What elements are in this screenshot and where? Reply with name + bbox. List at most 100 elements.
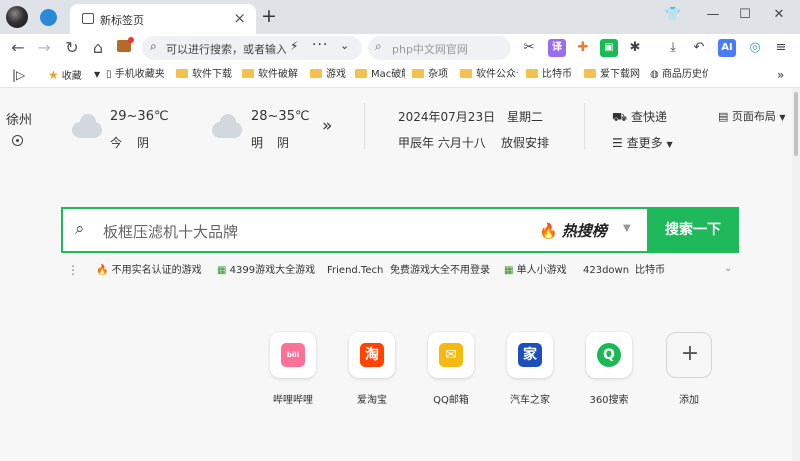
download-icon[interactable]: ⤓ xyxy=(664,39,682,57)
hot-search-toggle[interactable]: 🔥 热搜榜 xyxy=(539,220,607,241)
favorites-dropdown-icon[interactable]: ▼ xyxy=(94,68,100,82)
bookmark-folder[interactable]: 比特币 xyxy=(526,68,572,82)
search-box[interactable]: ⌕ php中文网官网 xyxy=(368,36,511,60)
main-search-input[interactable]: 板框压滤机十大品牌 xyxy=(103,221,238,242)
expand-weather-icon[interactable]: » xyxy=(322,116,332,136)
bookmark-price-history[interactable]: ◍ 商品历史价格 xyxy=(650,68,708,82)
reload-icon[interactable]: ↻ xyxy=(62,38,82,57)
bookmark-folder[interactable]: 软件破解 xyxy=(242,68,298,82)
address-input[interactable]: 可以进行搜索，或者输入网址 xyxy=(166,41,286,57)
skin-icon[interactable]: 👕 xyxy=(660,4,686,26)
tab-new-tab[interactable]: 新标签页 × xyxy=(70,4,256,34)
bookmark-folder[interactable]: 杂项 xyxy=(412,68,448,82)
search-icon: ⌕ xyxy=(375,39,382,53)
caret-down-icon: ▼ xyxy=(666,140,673,149)
forward-icon[interactable]: → xyxy=(34,38,54,57)
minimize-button[interactable]: — xyxy=(700,4,726,26)
tile-qqmail[interactable]: ✉ QQ邮箱 xyxy=(420,332,480,412)
more-vertical-icon[interactable]: ⋮ xyxy=(67,263,79,277)
folder-icon xyxy=(355,69,367,78)
list-icon: ☰ xyxy=(612,136,623,150)
chevron-down-icon[interactable]: ⌄ xyxy=(724,263,732,274)
tile-bilibili[interactable]: bili 哔哩哔哩 xyxy=(262,332,322,412)
more-tools-link[interactable]: ☰ 查更多 ▼ xyxy=(612,134,673,151)
search-icon: ⌕ xyxy=(75,219,85,239)
weather-city[interactable]: 徐州 xyxy=(6,109,32,128)
hot-link[interactable]: Friend.Tech xyxy=(327,263,383,279)
tile-360search[interactable]: Q 360搜索 xyxy=(578,332,638,412)
hot-link[interactable]: 比特币 xyxy=(635,263,665,279)
undo-icon[interactable]: ↶ xyxy=(690,39,708,57)
grid-icon: ▦ xyxy=(217,265,227,276)
cloud-icon xyxy=(212,114,242,138)
chevron-down-icon[interactable]: ▼ xyxy=(623,223,631,234)
tile-autohome[interactable]: 家 汽车之家 xyxy=(499,332,559,412)
scrollbar-thumb[interactable] xyxy=(794,92,798,156)
hot-link[interactable]: ▦ 4399游戏大全游戏 xyxy=(217,263,315,279)
today-condition: 阴 xyxy=(137,136,158,150)
page-layout-button[interactable]: ▤ 页面布局 ▼ xyxy=(718,108,786,124)
translate-icon[interactable]: 译 xyxy=(548,39,566,57)
holiday-schedule-link[interactable]: 放假安排 xyxy=(501,134,549,151)
hot-link[interactable]: 🔥 不用实名认证的游戏 xyxy=(96,263,202,279)
home-icon[interactable]: ⌂ xyxy=(88,38,108,57)
calendar-lunar: 甲辰年 六月十八 xyxy=(398,136,486,150)
close-window-button[interactable]: ✕ xyxy=(766,4,792,26)
calendar-weekday: 星期二 xyxy=(507,110,544,124)
bookmark-mobile[interactable]: ▯ 手机收藏夹 xyxy=(106,68,165,82)
bookmark-folder[interactable]: 游戏 xyxy=(310,68,346,82)
globe-icon: ◍ xyxy=(650,69,659,80)
hot-link[interactable]: 423down xyxy=(583,263,629,279)
new-tab-content: 徐州 29~36℃ 今 阴 28~35℃ 明 阴 » 2024年07月23日 星… xyxy=(0,88,792,461)
autohome-icon: 家 xyxy=(507,332,553,378)
menu-icon[interactable]: ≡ xyxy=(772,39,790,57)
divider xyxy=(364,103,365,149)
more-options-icon[interactable]: ··· xyxy=(312,37,328,53)
bookmark-folder[interactable]: 软件下载 xyxy=(176,68,232,82)
briefcase-icon[interactable] xyxy=(117,37,134,52)
search-button[interactable]: 搜索一下 xyxy=(647,209,739,251)
speed-mode-icon[interactable]: ⚡ xyxy=(290,39,298,53)
search-360-icon: Q xyxy=(586,332,632,378)
game-icon[interactable]: ✚ xyxy=(574,39,592,57)
tomorrow-day: 明 xyxy=(251,136,272,150)
bookmark-folder[interactable]: 爱下载网 xyxy=(584,68,640,82)
hot-link[interactable]: ▦ 单人小游戏 xyxy=(504,263,567,279)
mail-icon: ✉ xyxy=(428,332,474,378)
address-bar[interactable]: ⌕ 可以进行搜索，或者输入网址 ⚡ ··· ⌄ xyxy=(142,36,362,60)
telegram-icon[interactable] xyxy=(40,9,57,26)
ai-icon[interactable]: AI xyxy=(718,39,736,57)
more-bookmarks-icon[interactable]: » xyxy=(777,68,784,82)
layout-icon: ▤ xyxy=(718,110,729,123)
bookmark-folder[interactable]: 软件公众号 xyxy=(460,68,518,82)
taobao-icon: 淘 xyxy=(349,332,395,378)
calendar-date[interactable]: 2024年07月23日 xyxy=(398,108,495,125)
main-search-box[interactable]: ⌕ 板框压滤机十大品牌 🔥 热搜榜 ▼ 搜索一下 xyxy=(61,207,739,253)
tile-add[interactable]: + 添加 xyxy=(658,332,718,412)
search-input[interactable]: php中文网官网 xyxy=(392,41,468,57)
divider xyxy=(584,103,585,149)
phone-icon: ▯ xyxy=(106,69,112,80)
chevron-down-icon[interactable]: ⌄ xyxy=(340,39,349,52)
new-tab-button[interactable]: + xyxy=(261,5,277,27)
tab-close-icon[interactable]: × xyxy=(233,9,246,27)
browser-logo-icon[interactable]: ◎ xyxy=(746,39,764,57)
track-express-link[interactable]: ⛟ 查快递 xyxy=(612,108,667,126)
page-icon xyxy=(82,13,94,24)
bookmark-folder[interactable]: Mac破解 xyxy=(355,68,405,82)
scissors-icon[interactable]: ✂ xyxy=(520,39,538,57)
reader-icon[interactable]: ▣ xyxy=(600,39,618,57)
tile-aitaobao[interactable]: 淘 爱淘宝 xyxy=(341,332,401,412)
back-icon[interactable]: ← xyxy=(8,38,28,57)
sidebar-toggle-icon[interactable]: |▷ xyxy=(12,68,25,82)
maximize-button[interactable]: ☐ xyxy=(732,4,758,26)
profile-avatar[interactable] xyxy=(6,6,28,28)
hot-link[interactable]: 免费游戏大全不用登录 xyxy=(390,263,490,279)
bookmarks-bar: |▷ ★收藏 ▼ ▯ 手机收藏夹 软件下载 软件破解 游戏 Mac破解 杂项 软… xyxy=(0,62,800,88)
tab-strip: 新标签页 × + 👕 — ☐ ✕ xyxy=(0,0,800,34)
extensions-icon[interactable]: ✱ xyxy=(626,39,644,57)
folder-icon xyxy=(176,69,188,78)
flame-icon: 🔥 xyxy=(96,265,109,276)
bookmark-favorites[interactable]: ★ 收藏 xyxy=(48,68,82,82)
location-icon[interactable] xyxy=(12,135,23,146)
